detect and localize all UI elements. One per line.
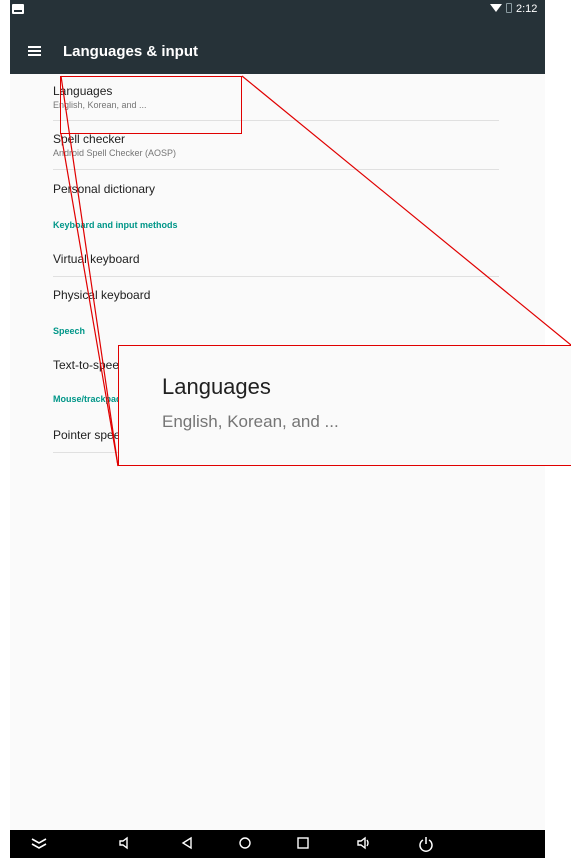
power-icon[interactable] [418,836,434,854]
section-header-keyboard: Keyboard and input methods [53,220,178,230]
menu-icon[interactable] [28,46,41,56]
app-toolbar: Languages & input [10,30,545,74]
volume-down-icon[interactable] [118,836,132,852]
divider [53,276,499,277]
highlight-box [60,76,242,134]
divider [53,169,499,170]
back-icon[interactable] [180,836,194,852]
personal-dictionary-title: Personal dictionary [53,182,156,196]
recents-icon[interactable] [296,836,310,852]
notification-icon [12,4,24,14]
volume-up-icon[interactable] [356,836,372,852]
physical-keyboard-title: Physical keyboard [53,288,151,302]
status-bar: 2:12 [10,0,545,30]
virtual-keyboard-title: Virtual keyboard [53,252,140,266]
list-item-virtual-keyboard[interactable]: Virtual keyboard [53,252,499,266]
status-time: 2:12 [516,3,538,15]
zoom-callout: Languages English, Korean, and ... [118,345,571,466]
list-item-spell-checker[interactable]: Spell checker Android Spell Checker (AOS… [53,132,499,158]
hide-keyboard-icon[interactable] [30,836,48,852]
page-title: Languages & input [63,43,198,60]
wifi-icon [490,4,502,12]
spell-checker-summary: Android Spell Checker (AOSP) [53,148,177,158]
zoom-summary: English, Korean, and ... [162,412,339,431]
section-header-mouse: Mouse/trackpad [53,394,122,404]
spell-checker-title: Spell checker [53,132,126,146]
navigation-bar [10,830,545,858]
section-header-speech: Speech [53,326,86,336]
zoom-title: Languages [162,374,271,399]
list-item-physical-keyboard[interactable]: Physical keyboard [53,288,499,302]
battery-icon [506,3,512,13]
list-item-personal-dictionary[interactable]: Personal dictionary [53,182,499,196]
home-icon[interactable] [238,836,252,852]
